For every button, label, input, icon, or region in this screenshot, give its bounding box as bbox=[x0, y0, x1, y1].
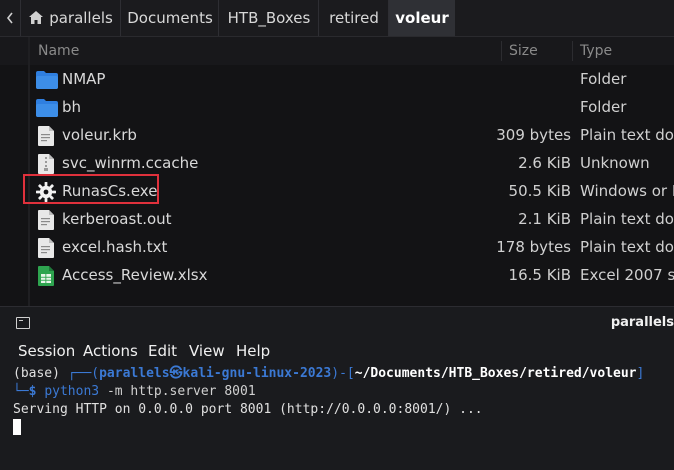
prompt-path: ~/Documents/HTB_Boxes/retired/voleur bbox=[354, 366, 637, 381]
file-name: excel.hash.txt bbox=[62, 238, 168, 256]
prompt-line-2: └─$ python3 -m http.server 8001 bbox=[13, 383, 674, 401]
prompt-user-host: parallels㉿kali-gnu-linux-2023 bbox=[99, 366, 332, 381]
home-icon bbox=[29, 1, 44, 37]
cursor-line bbox=[13, 419, 674, 437]
menu-help[interactable]: Help bbox=[236, 339, 270, 363]
prompt-line2-prefix: └─ bbox=[13, 384, 29, 399]
file-size: 2.1 KiB bbox=[518, 210, 571, 228]
breadcrumb-label: retired bbox=[329, 9, 379, 27]
prompt-dollar: $ bbox=[28, 384, 37, 399]
breadcrumb-label: Documents bbox=[127, 9, 213, 27]
conda-env: (base) bbox=[13, 366, 60, 381]
file-name: voleur.krb bbox=[62, 126, 137, 144]
breadcrumb-item-voleur[interactable]: voleur bbox=[388, 0, 455, 36]
file-type: Plain text docu bbox=[580, 126, 674, 144]
breadcrumb-label: parallels bbox=[49, 9, 113, 27]
prompt-line-1: (base) ┌──(parallels㉿kali-gnu-linux-2023… bbox=[13, 365, 674, 383]
column-name-header[interactable]: Name bbox=[38, 37, 79, 65]
folder-icon bbox=[36, 70, 58, 89]
file-type: Plain text docu bbox=[580, 210, 674, 228]
file-size: 16.5 KiB bbox=[508, 266, 571, 284]
file-name: svc_winrm.ccache bbox=[62, 154, 199, 172]
unknown-file-icon bbox=[36, 154, 56, 174]
column-type-header[interactable]: Type bbox=[580, 37, 612, 65]
file-row-access-review-xlsx[interactable]: Access_Review.xlsx 16.5 KiB Excel 2007 s… bbox=[0, 261, 674, 289]
prompt-mid: )-[ bbox=[331, 366, 355, 381]
command-args: -m http.server 8001 bbox=[106, 384, 256, 399]
file-name: NMAP bbox=[62, 70, 106, 88]
column-divider[interactable] bbox=[501, 41, 502, 61]
file-type: Folder bbox=[580, 70, 627, 88]
breadcrumb-item-parallels[interactable]: parallels bbox=[20, 0, 121, 36]
breadcrumb-item-htb-boxes[interactable]: HTB_Boxes bbox=[218, 0, 319, 36]
breadcrumb-label: voleur bbox=[395, 9, 449, 27]
breadcrumb-item-documents[interactable]: Documents bbox=[120, 0, 219, 36]
terminal-window: parallels Session Actions Edit View Help… bbox=[0, 306, 674, 470]
file-name: kerberoast.out bbox=[62, 210, 172, 228]
text-file-icon bbox=[36, 210, 56, 230]
file-name: Access_Review.xlsx bbox=[62, 266, 208, 284]
terminal-titlebar: parallels bbox=[0, 307, 674, 339]
file-row-kerberoast-out[interactable]: kerberoast.out 2.1 KiB Plain text docu bbox=[0, 205, 674, 233]
highlight-annotation-box bbox=[23, 174, 159, 204]
file-size: 50.5 KiB bbox=[508, 182, 571, 200]
terminal-menubar: Session Actions Edit View Help bbox=[0, 339, 674, 363]
file-type: Folder bbox=[580, 98, 627, 116]
file-size: 309 bytes bbox=[496, 126, 571, 144]
chevron-left-icon[interactable] bbox=[0, 0, 20, 36]
command-name: python3 bbox=[44, 384, 100, 399]
file-row-excel-hash-txt[interactable]: excel.hash.txt 178 bytes Plain text docu bbox=[0, 233, 674, 261]
breadcrumb-label: HTB_Boxes bbox=[227, 9, 311, 27]
column-header: Name Size Type bbox=[0, 37, 674, 65]
terminal-cursor bbox=[13, 419, 21, 435]
file-type: Windows or EF bbox=[580, 182, 674, 200]
breadcrumb-item-retired[interactable]: retired bbox=[318, 0, 389, 36]
terminal-console[interactable]: (base) ┌──(parallels㉿kali-gnu-linux-2023… bbox=[13, 365, 674, 437]
folder-icon bbox=[36, 98, 58, 117]
command-output: Serving HTTP on 0.0.0.0 port 8001 (http:… bbox=[13, 402, 483, 417]
prompt-end: ] bbox=[636, 366, 645, 381]
file-row-nmap[interactable]: NMAP Folder bbox=[0, 65, 674, 93]
file-type: Plain text docu bbox=[580, 238, 674, 256]
breadcrumb: parallels Documents HTB_Boxes retired vo… bbox=[0, 0, 674, 37]
file-row-bh[interactable]: bh Folder bbox=[0, 93, 674, 121]
file-name: bh bbox=[62, 98, 82, 116]
column-size-header[interactable]: Size bbox=[509, 37, 538, 65]
menu-actions[interactable]: Actions bbox=[83, 339, 138, 363]
menu-view[interactable]: View bbox=[189, 339, 225, 363]
file-type: Unknown bbox=[580, 154, 650, 172]
prompt-prefix: ┌──( bbox=[67, 366, 100, 381]
file-row-svc-winrm-ccache[interactable]: svc_winrm.ccache 2.6 KiB Unknown bbox=[0, 149, 674, 177]
menu-edit[interactable]: Edit bbox=[148, 339, 177, 363]
file-type: Excel 2007 spr bbox=[580, 266, 674, 284]
spreadsheet-icon bbox=[36, 266, 56, 286]
text-file-icon bbox=[36, 238, 56, 258]
column-divider[interactable] bbox=[572, 41, 573, 61]
file-row-voleur-krb[interactable]: voleur.krb 309 bytes Plain text docu bbox=[0, 121, 674, 149]
file-size: 2.6 KiB bbox=[518, 154, 571, 172]
file-manager: parallels Documents HTB_Boxes retired vo… bbox=[0, 0, 674, 306]
terminal-icon[interactable] bbox=[16, 317, 30, 329]
menu-session[interactable]: Session bbox=[18, 339, 75, 363]
terminal-title: parallels bbox=[610, 315, 674, 330]
text-file-icon bbox=[36, 126, 56, 146]
file-size: 178 bytes bbox=[496, 238, 571, 256]
